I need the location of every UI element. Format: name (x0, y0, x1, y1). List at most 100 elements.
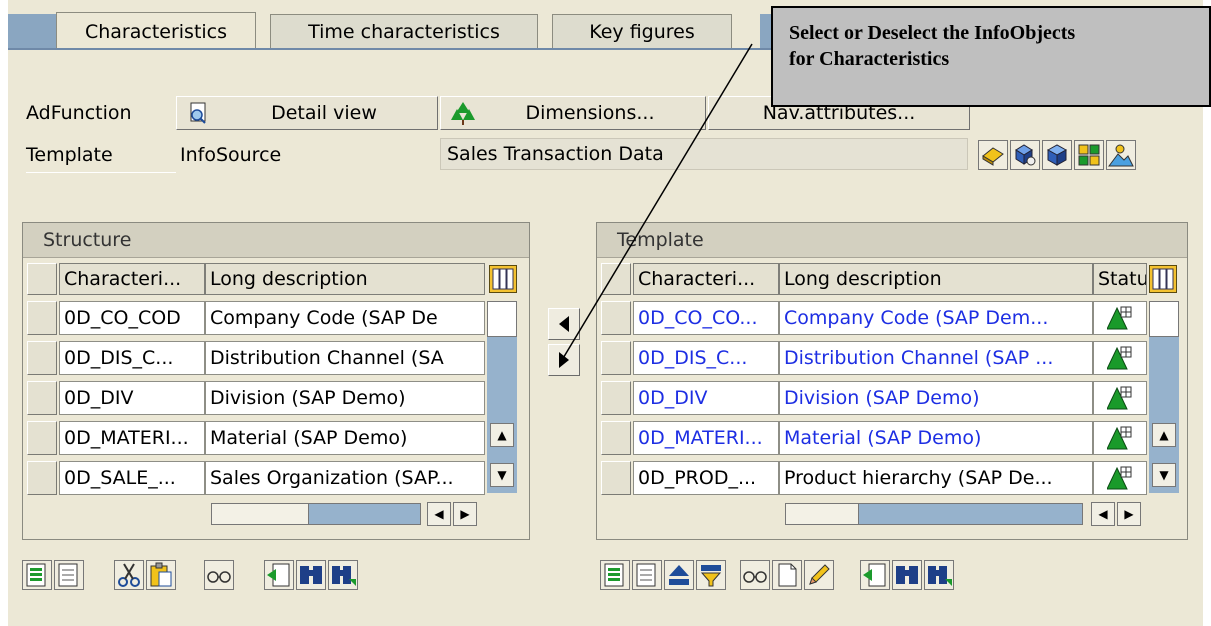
scroll-right-icon[interactable]: ▶ (453, 502, 477, 526)
template-cell-description[interactable]: Company Code (SAP Dem... (779, 301, 1093, 335)
structure-cell-name[interactable]: 0D_MATERI... (59, 421, 205, 455)
structure-vertical-scrollbar[interactable]: ▲ ▼ (487, 301, 517, 493)
template-cell-status[interactable] (1093, 381, 1147, 415)
tab-characteristics[interactable]: Characteristics (56, 12, 256, 50)
detail-view-label: Detail view (271, 102, 377, 124)
new-document-icon[interactable] (772, 560, 802, 590)
edit-pencil-icon[interactable] (804, 560, 834, 590)
template-cell-description[interactable]: Material (SAP Demo) (779, 421, 1093, 455)
template-label: Template (26, 144, 113, 166)
infocube-icon[interactable] (1042, 140, 1072, 170)
callout-box: Select or Deselect the InfoObjects for C… (771, 6, 1211, 107)
column-header-long-description[interactable]: Long description (205, 263, 485, 295)
import-icon[interactable] (860, 560, 890, 590)
tab-time-characteristics[interactable]: Time characteristics (270, 14, 538, 48)
tab-key-figures[interactable]: Key figures (552, 14, 732, 48)
find-icon[interactable] (296, 560, 326, 590)
scroll-thumb[interactable] (1149, 301, 1179, 337)
scroll-thumb[interactable] (487, 301, 517, 337)
structure-cell-name[interactable]: 0D_DIV (59, 381, 205, 415)
structure-cell-description[interactable]: Company Code (SAP De (205, 301, 485, 335)
status-pyramid-icon (1107, 306, 1132, 330)
template-cell-name[interactable]: 0D_PROD_... (633, 461, 779, 495)
detail-view-button[interactable]: Detail view (176, 96, 438, 130)
template-cell-name[interactable]: 0D_CO_CO... (633, 301, 779, 335)
grid-layout-icon[interactable] (1074, 140, 1104, 170)
glasses-icon[interactable] (204, 560, 234, 590)
select-all-button[interactable] (27, 263, 57, 295)
row-selector[interactable] (601, 421, 631, 455)
dimensions-button[interactable]: Dimensions... (440, 96, 706, 130)
scroll-right-icon[interactable]: ▶ (1117, 502, 1141, 526)
landscape-icon[interactable] (1106, 140, 1136, 170)
column-header-characteristic[interactable]: Characteri... (633, 263, 779, 295)
scroll-up-icon[interactable]: ▲ (1152, 423, 1176, 447)
scroll-down-icon[interactable]: ▼ (1152, 463, 1176, 487)
scroll-left-icon[interactable]: ◀ (1091, 502, 1115, 526)
row-selector[interactable] (27, 461, 57, 495)
row-selector[interactable] (601, 301, 631, 335)
find-next-icon[interactable] (328, 560, 358, 590)
cut-icon[interactable] (114, 560, 144, 590)
structure-title: Structure (23, 223, 529, 258)
column-header-status[interactable]: Statu (1093, 263, 1147, 295)
row-selector[interactable] (27, 421, 57, 455)
template-cell-status[interactable] (1093, 301, 1147, 335)
paste-icon[interactable] (146, 560, 176, 590)
structure-cell-description[interactable]: Division (SAP Demo) (205, 381, 485, 415)
template-vertical-scrollbar[interactable]: ▲ ▼ (1149, 301, 1179, 493)
template-cell-status[interactable] (1093, 341, 1147, 375)
tab-strip-accent-left (8, 14, 56, 48)
template-horizontal-scrollbar[interactable] (785, 503, 1083, 525)
template-cell-status[interactable] (1093, 421, 1147, 455)
deselect-all-icon[interactable] (632, 560, 662, 590)
glasses-icon[interactable] (740, 560, 770, 590)
template-cell-description[interactable]: Division (SAP Demo) (779, 381, 1093, 415)
template-table-title: Template (597, 223, 1187, 258)
scroll-thumb[interactable] (786, 504, 859, 524)
structure-cell-name[interactable]: 0D_CO_COD (59, 301, 205, 335)
move-left-button[interactable] (548, 308, 580, 340)
structure-cell-description[interactable]: Sales Organization (SAP... (205, 461, 485, 495)
template-cell-name[interactable]: 0D_DIV (633, 381, 779, 415)
import-icon[interactable] (264, 560, 294, 590)
structure-cell-name[interactable]: 0D_SALE_... (59, 461, 205, 495)
template-source-field[interactable]: Sales Transaction Data (440, 138, 968, 170)
column-config-icon[interactable] (1149, 265, 1177, 293)
template-cell-status[interactable] (1093, 461, 1147, 495)
tab-label: Time characteristics (308, 20, 500, 43)
filter-icon[interactable] (696, 560, 726, 590)
move-right-button[interactable] (548, 344, 580, 376)
template-cell-description[interactable]: Product hierarchy (SAP De... (779, 461, 1093, 495)
scroll-thumb[interactable] (212, 504, 309, 524)
scroll-up-icon[interactable]: ▲ (490, 423, 514, 447)
template-cell-name[interactable]: 0D_DIS_C... (633, 341, 779, 375)
scroll-left-icon[interactable]: ◀ (427, 502, 451, 526)
find-icon[interactable] (892, 560, 922, 590)
column-header-characteristic[interactable]: Characteri... (59, 263, 205, 295)
column-header-long-description[interactable]: Long description (779, 263, 1093, 295)
scroll-down-icon[interactable]: ▼ (490, 463, 514, 487)
template-type: InfoSource (180, 144, 282, 166)
sort-ascending-icon[interactable] (664, 560, 694, 590)
row-selector[interactable] (27, 301, 57, 335)
structure-cell-description[interactable]: Material (SAP Demo) (205, 421, 485, 455)
row-selector[interactable] (601, 341, 631, 375)
select-all-button[interactable] (601, 263, 631, 295)
row-selector[interactable] (27, 341, 57, 375)
template-cell-description[interactable]: Distribution Channel (SAP ... (779, 341, 1093, 375)
select-all-icon[interactable] (22, 560, 52, 590)
row-selector[interactable] (601, 461, 631, 495)
find-next-icon[interactable] (924, 560, 954, 590)
structure-cell-name[interactable]: 0D_DIS_C... (59, 341, 205, 375)
deselect-all-icon[interactable] (54, 560, 84, 590)
infocube-search-icon[interactable] (1010, 140, 1040, 170)
row-selector[interactable] (27, 381, 57, 415)
select-all-icon[interactable] (600, 560, 630, 590)
structure-cell-description[interactable]: Distribution Channel (SA (205, 341, 485, 375)
template-cell-name[interactable]: 0D_MATERI... (633, 421, 779, 455)
column-config-icon[interactable] (489, 265, 517, 293)
structure-horizontal-scrollbar[interactable] (211, 503, 421, 525)
insert-icon[interactable] (978, 140, 1008, 170)
row-selector[interactable] (601, 381, 631, 415)
